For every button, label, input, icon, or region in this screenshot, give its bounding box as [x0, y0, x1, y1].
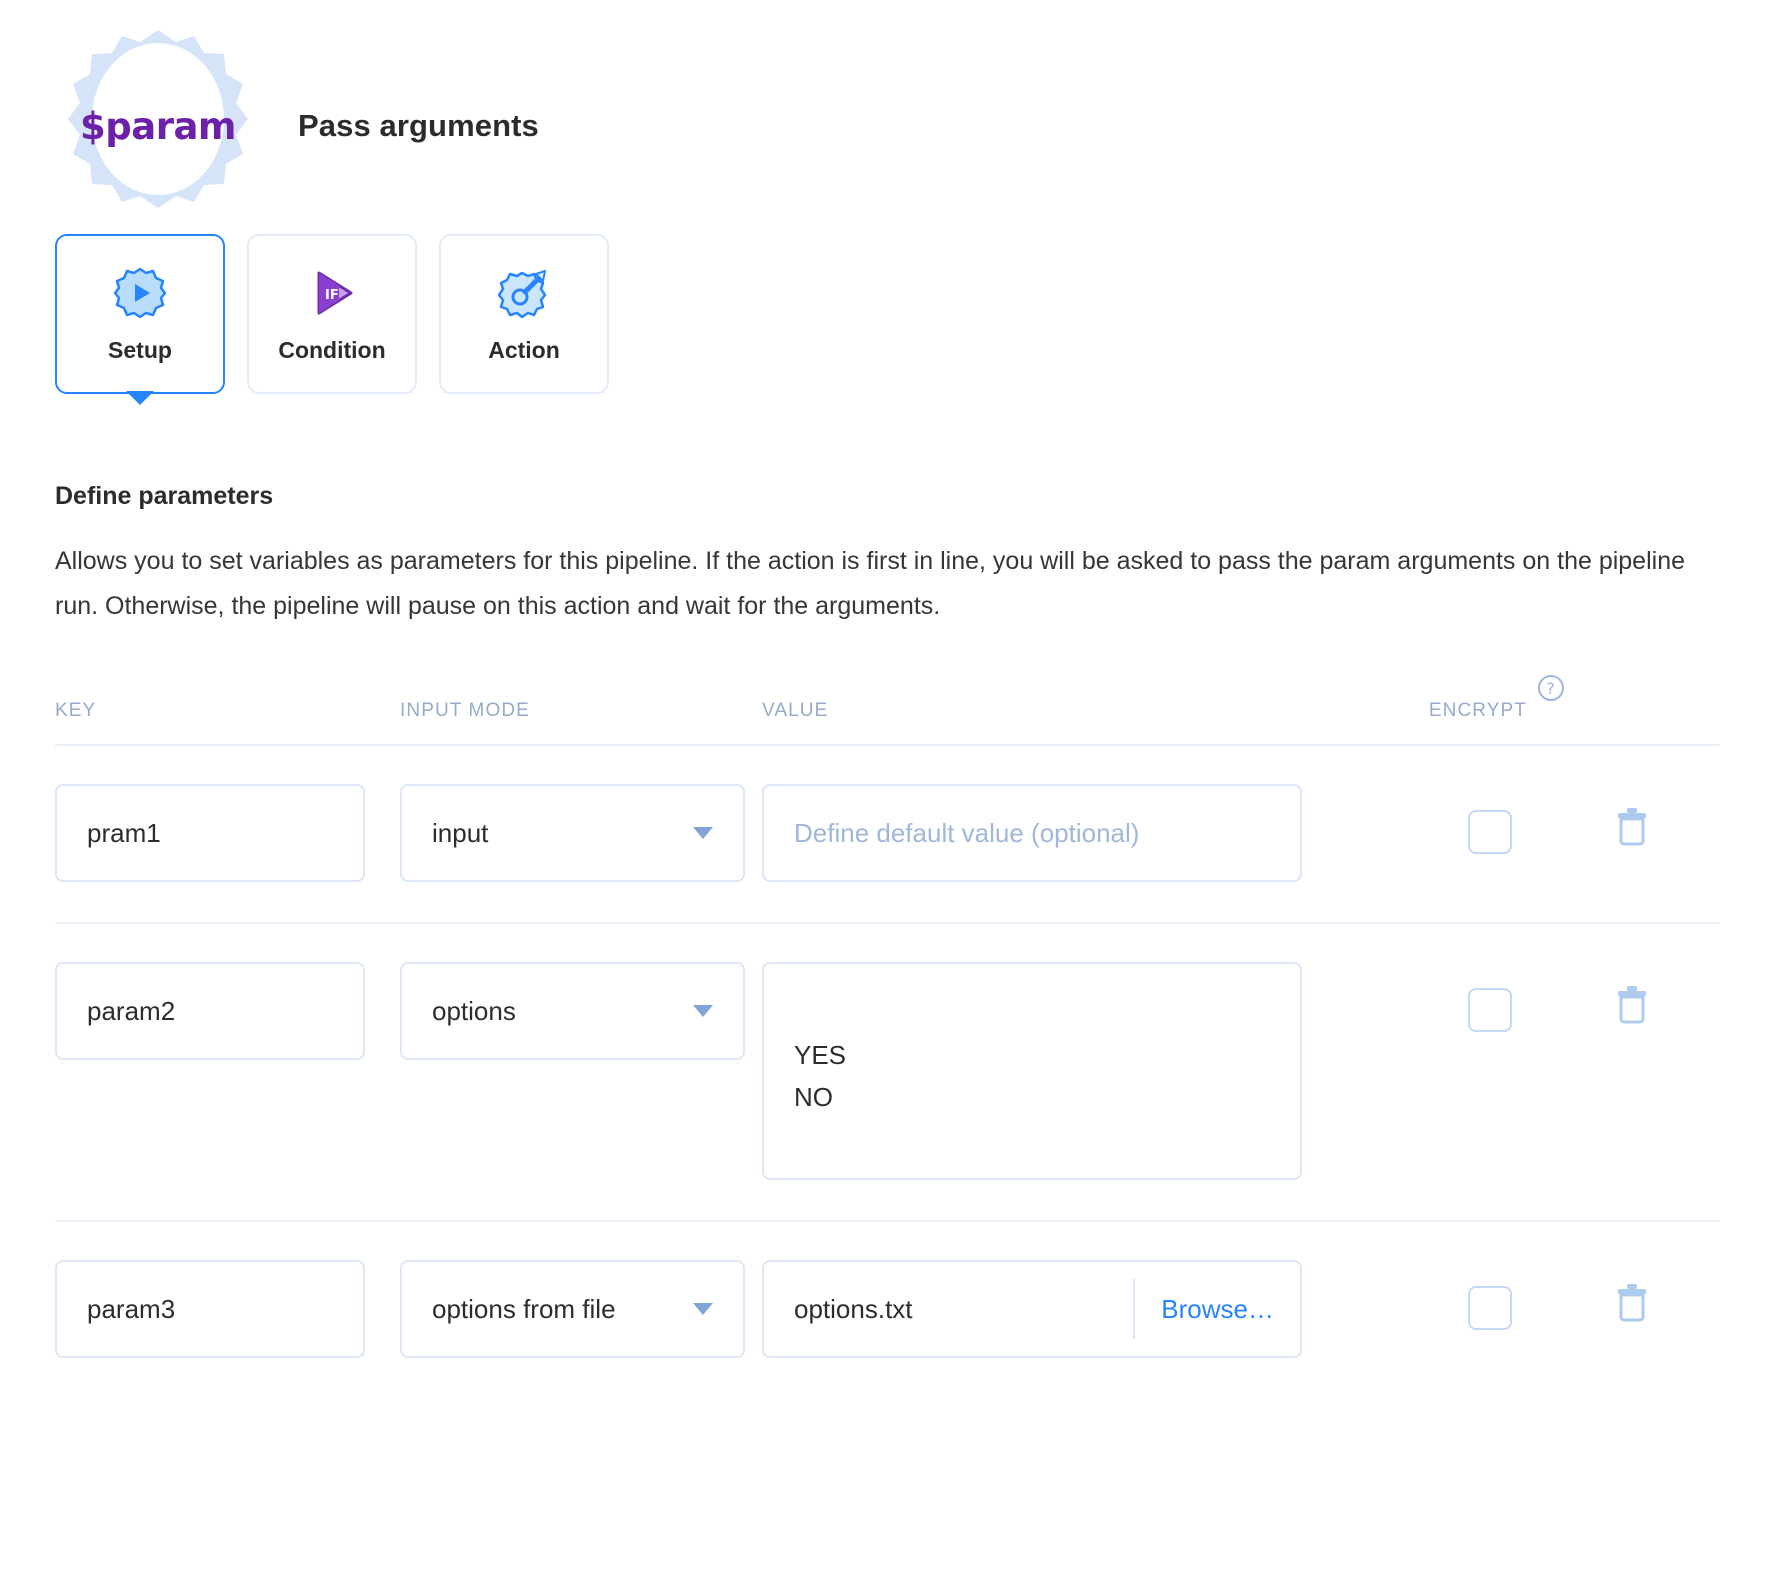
- row-value-cell: Define default value (optional): [762, 784, 1322, 882]
- key-input[interactable]: param3: [55, 1260, 365, 1358]
- row-delete-cell: [1557, 962, 1707, 1024]
- row-encrypt-cell: [1322, 962, 1557, 1032]
- encrypt-checkbox[interactable]: [1468, 988, 1512, 1032]
- value-placeholder: Define default value (optional): [794, 817, 1140, 848]
- chevron-down-icon: [693, 1005, 713, 1017]
- row-key-cell: pram1: [55, 784, 400, 882]
- chevron-down-icon: [693, 827, 713, 839]
- input-mode-select[interactable]: input: [400, 784, 745, 882]
- column-header-encrypt: ENCRYPT: [1428, 700, 1527, 721]
- value-textarea[interactable]: YES NO: [762, 962, 1302, 1180]
- trash-icon[interactable]: [1615, 806, 1649, 846]
- row-key-cell: param2: [55, 962, 400, 1060]
- gear-play-icon: [112, 265, 168, 321]
- gear-wrench-icon: [496, 265, 552, 321]
- tab-selected-pointer: [126, 391, 154, 405]
- pass-arguments-panel: $param Pass arguments Setup IF Condition…: [0, 0, 1777, 1584]
- value-textarea-content: YES NO: [794, 1040, 847, 1113]
- input-mode-value: options: [432, 995, 516, 1026]
- define-parameters-section: Define parameters Allows you to set vari…: [0, 482, 1777, 1398]
- question-mark-help-icon[interactable]: ?: [1537, 674, 1565, 702]
- file-value-field[interactable]: options.txt Browse…: [762, 1260, 1302, 1358]
- tab-action[interactable]: Action: [439, 234, 609, 394]
- svg-text:IF: IF: [325, 288, 339, 303]
- table-row: pram1 input Define default value (option…: [55, 746, 1720, 924]
- input-mode-value: options from file: [432, 1293, 616, 1324]
- column-header-key: KEY: [55, 700, 97, 721]
- row-encrypt-cell: [1322, 1260, 1557, 1330]
- column-header-value: VALUE: [762, 700, 829, 721]
- value-input[interactable]: Define default value (optional): [762, 784, 1302, 882]
- trash-icon[interactable]: [1615, 984, 1649, 1024]
- param-gear-logo: $param: [58, 26, 258, 226]
- column-header-input-mode: INPUT MODE: [400, 700, 530, 721]
- tab-setup-label: Setup: [108, 336, 172, 363]
- input-mode-select[interactable]: options from file: [400, 1260, 745, 1358]
- tab-setup[interactable]: Setup: [55, 234, 225, 405]
- section-title: Define parameters: [55, 482, 274, 510]
- table-row: param3 options from file options.txt Bro…: [55, 1222, 1720, 1398]
- row-key-cell: param3: [55, 1260, 400, 1358]
- parameters-table: KEY INPUT MODE VALUE ENCRYPT ? pram1 inp…: [55, 675, 1720, 1398]
- row-delete-cell: [1557, 784, 1707, 846]
- browse-button[interactable]: Browse…: [1135, 1294, 1300, 1325]
- encrypt-checkbox[interactable]: [1468, 1286, 1512, 1330]
- input-mode-select[interactable]: options: [400, 962, 745, 1060]
- svg-text:?: ?: [1546, 679, 1556, 698]
- row-encrypt-cell: [1322, 784, 1557, 854]
- row-input-mode-cell: options: [400, 962, 762, 1060]
- section-description: Allows you to set variables as parameter…: [55, 547, 1686, 620]
- row-input-mode-cell: input: [400, 784, 762, 882]
- tab-bar: Setup IF Condition Action: [0, 234, 1777, 405]
- encrypt-checkbox[interactable]: [1468, 810, 1512, 854]
- table-header-row: KEY INPUT MODE VALUE ENCRYPT ?: [55, 675, 1720, 746]
- row-value-cell: options.txt Browse…: [762, 1260, 1322, 1358]
- key-input[interactable]: pram1: [55, 784, 365, 882]
- input-mode-value: input: [432, 817, 489, 848]
- row-value-cell: YES NO: [762, 962, 1322, 1180]
- table-row: param2 options YES NO: [55, 924, 1720, 1222]
- resize-handle-icon[interactable]: [1279, 1158, 1295, 1174]
- key-input[interactable]: param2: [55, 962, 365, 1060]
- tab-action-label: Action: [488, 336, 560, 363]
- tab-condition-label: Condition: [278, 336, 386, 363]
- page-title: Pass arguments: [298, 108, 539, 143]
- panel-header: $param Pass arguments: [0, 0, 1777, 230]
- tab-condition[interactable]: IF Condition: [247, 234, 417, 394]
- chevron-down-icon: [693, 1303, 713, 1315]
- trash-icon[interactable]: [1615, 1282, 1649, 1322]
- if-play-icon: IF: [304, 265, 360, 321]
- logo-label: $param: [80, 104, 236, 148]
- column-header-encrypt-wrap: ENCRYPT ?: [1322, 675, 1564, 722]
- row-delete-cell: [1557, 1260, 1707, 1322]
- file-name-text: options.txt: [794, 1293, 913, 1324]
- row-input-mode-cell: options from file: [400, 1260, 762, 1358]
